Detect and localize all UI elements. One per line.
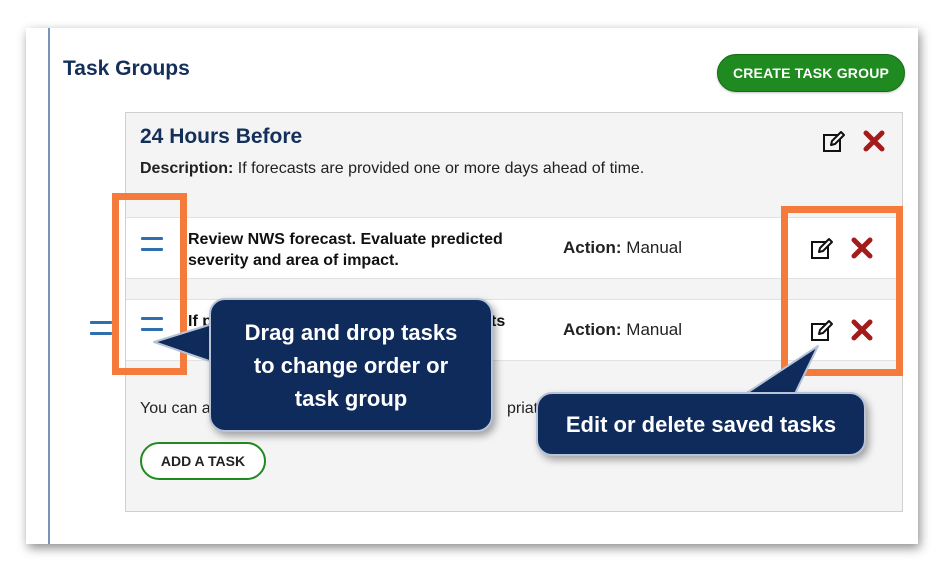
description-text: If forecasts are provided one or more da…	[237, 160, 645, 177]
group-drag-handle-icon[interactable]	[90, 321, 112, 335]
task-action: Action: Manual	[563, 320, 682, 340]
task-action-label: Action:	[563, 238, 622, 257]
left-border-rule	[48, 28, 50, 544]
add-task-button[interactable]: ADD A TASK	[140, 442, 266, 480]
group-edit-icon[interactable]	[821, 129, 847, 155]
task-action-value: Manual	[626, 238, 683, 257]
edit-delete-callout-text: Edit or delete saved tasks	[565, 412, 837, 437]
group-delete-icon[interactable]	[861, 128, 887, 154]
create-task-group-button[interactable]: CREATE TASK GROUP	[717, 54, 905, 92]
drag-drop-callout: Drag and drop tasks to change order or t…	[209, 298, 493, 432]
page-title: Task Groups	[63, 57, 190, 80]
task-group-description: Description: If forecasts are provided o…	[140, 160, 644, 178]
task-group-title: 24 Hours Before	[140, 125, 303, 148]
drag-drop-callout-text: Drag and drop tasks to change order or t…	[244, 320, 458, 411]
edit-delete-callout: Edit or delete saved tasks	[536, 392, 866, 456]
helper-text: You can a priate.	[140, 400, 551, 418]
helper-text-start: You can a	[140, 400, 211, 417]
description-label: Description:	[140, 160, 234, 177]
task-action-value: Manual	[626, 320, 683, 339]
task-action-label: Action:	[563, 320, 622, 339]
task-action: Action: Manual	[563, 238, 682, 258]
task-text-visible-end: ts	[491, 313, 506, 330]
task-text: Review NWS forecast. Evaluate predicted …	[188, 231, 503, 269]
